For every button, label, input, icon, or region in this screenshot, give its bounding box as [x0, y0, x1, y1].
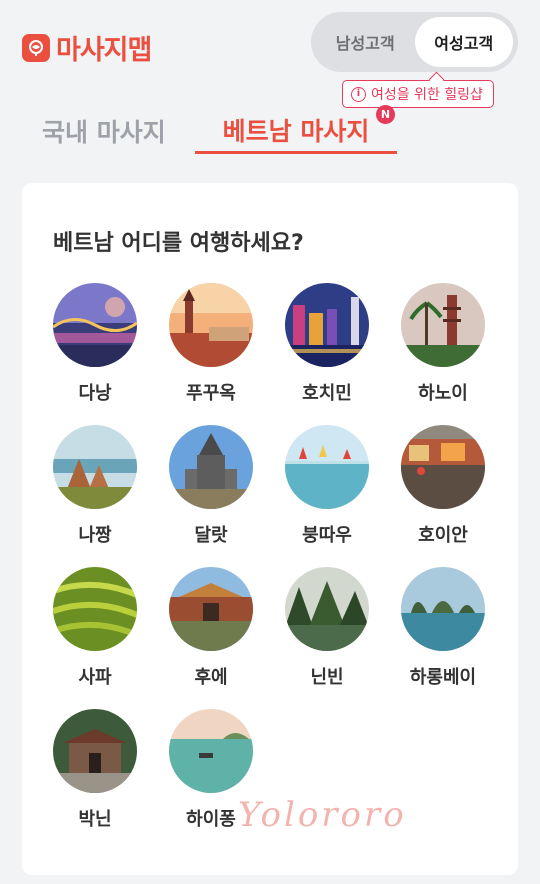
city-item-phu-quoc[interactable]: 푸꾸옥 — [156, 283, 266, 405]
info-icon: i — [351, 86, 366, 102]
city-photo-ninh-binh — [285, 567, 369, 651]
city-item-hue[interactable]: 후에 — [156, 567, 266, 689]
brand-logo[interactable]: 마사지맵 — [22, 28, 152, 67]
brand-name: 마사지맵 — [56, 35, 152, 66]
city-photo-dalat — [169, 425, 253, 509]
city-photo-hoi-an — [401, 425, 485, 509]
city-item-ho-chi-minh[interactable]: 호치민 — [272, 283, 382, 405]
city-item-hanoi[interactable]: 하노이 — [388, 283, 498, 405]
city-item-bac-ninh[interactable]: 박닌 — [40, 709, 150, 831]
city-label: 푸꾸옥 — [186, 383, 236, 404]
city-label: 닌빈 — [310, 667, 344, 688]
tooltip-text: 여성을 위한 힐링샵 — [371, 87, 483, 103]
region-tabs: 국내 마사지 베트남 마사지 — [0, 108, 540, 158]
new-badge: N — [376, 105, 395, 124]
city-photo-sapa — [53, 567, 137, 651]
city-item-sapa[interactable]: 사파 — [40, 567, 150, 689]
section-title: 베트남 어디를 여행하세요? — [53, 231, 304, 256]
city-label: 사파 — [78, 667, 112, 688]
city-label: 나짱 — [78, 525, 112, 546]
tab-domestic-massage[interactable]: 국내 마사지 — [42, 108, 166, 154]
city-label: 호이안 — [418, 525, 468, 546]
city-label: 다낭 — [78, 383, 112, 404]
city-photo-hanoi — [401, 283, 485, 367]
city-item-ninh-binh[interactable]: 닌빈 — [272, 567, 382, 689]
city-photo-bac-ninh — [53, 709, 137, 793]
gender-toggle: 남성고객 여성고객 — [311, 12, 518, 72]
city-label: 하롱베이 — [409, 667, 477, 688]
city-label: 붕따우 — [302, 525, 352, 546]
city-item-hoi-an[interactable]: 호이안 — [388, 425, 498, 547]
tab-vietnam-massage[interactable]: 베트남 마사지 — [195, 108, 397, 154]
city-photo-ha-long-bay — [401, 567, 485, 651]
city-photo-nha-trang — [53, 425, 137, 509]
city-item-dalat[interactable]: 달랏 — [156, 425, 266, 547]
male-customer-option[interactable]: 남성고객 — [316, 17, 415, 67]
city-photo-hai-phong — [169, 709, 253, 793]
map-pin-icon — [22, 33, 50, 62]
female-healing-tooltip: i 여성을 위한 힐링샵 — [342, 80, 494, 108]
city-label: 후에 — [194, 667, 228, 688]
city-label: 하노이 — [418, 383, 468, 404]
city-label: 호치민 — [302, 383, 352, 404]
city-label: 달랏 — [194, 525, 228, 546]
city-photo-danang — [53, 283, 137, 367]
city-photo-hue — [169, 567, 253, 651]
city-item-nha-trang[interactable]: 나짱 — [40, 425, 150, 547]
female-customer-option[interactable]: 여성고객 — [414, 17, 513, 67]
city-photo-phu-quoc — [169, 283, 253, 367]
city-item-danang[interactable]: 다낭 — [40, 283, 150, 405]
watermark-signature: Yolororo — [238, 795, 407, 835]
city-label: 하이퐁 — [186, 809, 236, 830]
city-selection-card: 베트남 어디를 여행하세요? 다낭 푸꾸옥 호치민 하노이 나짱 달랏 붕따우 … — [22, 183, 518, 875]
city-label: 박닌 — [78, 809, 112, 830]
city-photo-ho-chi-minh — [285, 283, 369, 367]
city-photo-vung-tau — [285, 425, 369, 509]
city-item-vung-tau[interactable]: 붕따우 — [272, 425, 382, 547]
city-item-ha-long-bay[interactable]: 하롱베이 — [388, 567, 498, 689]
